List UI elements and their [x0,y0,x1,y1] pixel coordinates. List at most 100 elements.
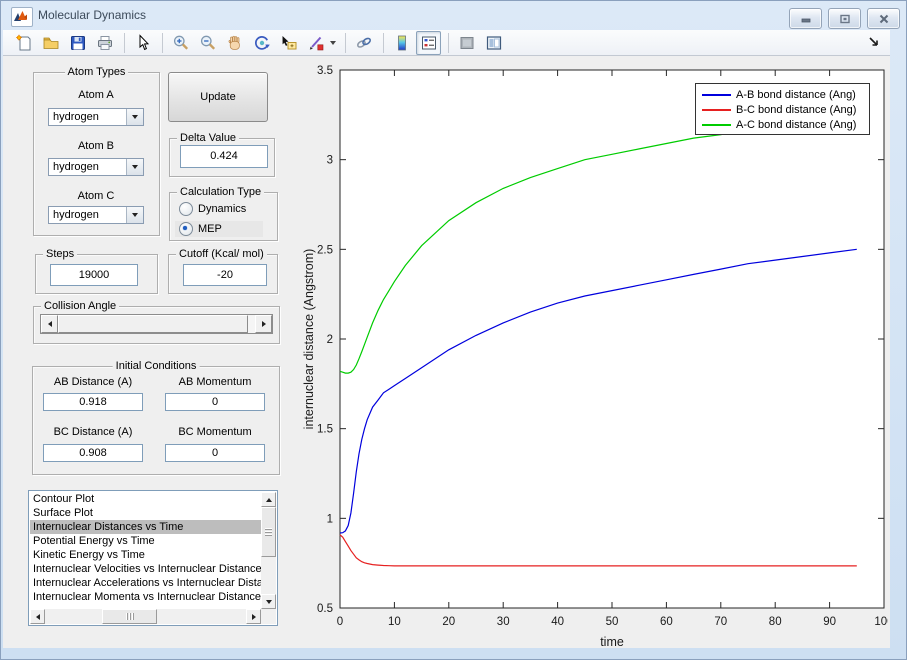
toolbar-separator [448,32,449,53]
slider-left-arrow[interactable] [41,315,58,333]
zoom-in-icon[interactable] [168,31,193,55]
toolbar [3,30,890,56]
toolbar-separator [345,32,346,53]
close-button[interactable] [867,8,900,29]
rotate-3d-icon[interactable] [249,31,274,55]
scroll-left-arrow[interactable] [30,609,45,624]
show-plot-tools-icon[interactable] [481,31,506,55]
x-tick-label: 100 [874,616,888,628]
list-item[interactable]: Internuclear Distances vs Time [30,520,261,534]
slider-thumb[interactable] [58,315,248,333]
steps-field[interactable]: 19000 [50,264,138,286]
matlab-app-icon [11,7,33,27]
restore-button[interactable] [828,8,861,29]
dock-figure-icon[interactable] [866,34,882,50]
x-axis-label: time [600,635,624,649]
list-item[interactable]: Kinetic Energy vs Time [30,548,261,562]
window-title: Molecular Dynamics [38,8,147,22]
plot-legend[interactable]: A-B bond distance (Ang) B-C bond distanc… [695,83,870,135]
toolbar-separator [124,32,125,53]
slider-right-arrow[interactable] [255,315,272,333]
link-plot-icon[interactable] [351,31,376,55]
radio-mep-label: MEP [198,223,222,235]
y-tick-label: 0.5 [317,603,333,615]
atom-a-value: hydrogen [53,111,99,123]
axes-box [339,69,885,609]
legend-entry: A-B bond distance (Ang) [696,87,869,102]
toolbar-separator [162,32,163,53]
zoom-out-icon[interactable] [195,31,220,55]
scroll-up-arrow[interactable] [261,492,276,507]
collision-angle-slider[interactable] [40,314,273,334]
radio-mep[interactable]: MEP [175,221,263,237]
data-cursor-icon[interactable] [276,31,301,55]
x-tick-label: 40 [551,616,564,628]
collision-angle-title: Collision Angle [41,300,120,312]
toolbar-separator [383,32,384,53]
screen: Molecular Dynamics Atom Types Atom A hyd… [0,0,907,660]
list-item[interactable]: Contour Plot [30,492,261,506]
colorbar-icon[interactable] [389,31,414,55]
print-figure-icon[interactable] [92,31,117,55]
legend-entry: A-C bond distance (Ang) [696,117,869,132]
initial-conditions-title: Initial Conditions [112,360,200,372]
ab-distance-field[interactable]: 0.918 [43,393,143,411]
dropdown-arrow-icon [126,159,143,175]
minimize-button[interactable] [789,8,822,29]
atom-types-title: Atom Types [64,66,129,78]
scrollbar-corner [261,609,276,624]
ab-distance-label: AB Distance (A) [53,376,133,388]
update-button[interactable]: Update [168,72,268,122]
atom-b-dropdown[interactable]: hydrogen [48,158,144,176]
atom-c-dropdown[interactable]: hydrogen [48,206,144,224]
open-file-icon[interactable] [38,31,63,55]
ab-momentum-label: AB Momentum [178,376,252,388]
x-tick-label: 60 [660,616,673,628]
x-tick-label: 90 [823,616,836,628]
atom-a-dropdown[interactable]: hydrogen [48,108,144,126]
scroll-down-arrow[interactable] [261,594,276,609]
brush-dropdown-icon[interactable] [330,40,336,45]
legend-label: A-C bond distance (Ang) [736,118,857,131]
delta-value-field[interactable]: 0.424 [180,145,268,168]
atom-b-label: Atom B [77,140,115,152]
edit-pointer-icon[interactable] [130,31,155,55]
plot-area[interactable]: 0 10 20 30 40 50 60 70 80 90 100 0.5 1 1.5 2 2.5 3 3.5 tim… [300,60,894,656]
x-tick-label: 80 [769,616,782,628]
x-tick-label: 20 [442,616,455,628]
cutoff-title: Cutoff (Kcal/ mol) [176,248,267,260]
bc-distance-field[interactable]: 0.908 [43,444,143,462]
list-item[interactable]: Potential Energy vs Time [30,534,261,548]
x-tick-label: 70 [714,616,727,628]
window-controls [789,8,900,29]
vertical-scrollbar[interactable] [261,492,276,609]
plot-type-items: Contour Plot Surface Plot Internuclear D… [30,492,261,609]
list-item[interactable]: Internuclear Accelerations vs Internucle… [30,576,261,590]
bc-momentum-field[interactable]: 0 [165,444,265,462]
horizontal-scroll-thumb[interactable] [102,609,157,624]
steps-title: Steps [43,248,78,260]
ab-momentum-field[interactable]: 0 [165,393,265,411]
plot-axes[interactable]: 0 10 20 30 40 50 60 70 80 90 100 0.5 1 1.5 2 2.5 3 3.5 tim… [300,60,894,656]
pan-hand-icon[interactable] [222,31,247,55]
legend-label: B-C bond distance (Ang) [736,103,857,116]
horizontal-scrollbar[interactable] [30,609,261,624]
vertical-scroll-thumb[interactable] [261,507,276,557]
new-figure-icon[interactable] [11,31,36,55]
atom-c-value: hydrogen [53,209,99,221]
legend-label: A-B bond distance (Ang) [736,88,856,101]
list-item[interactable]: Internuclear Momenta vs Internuclear Dis… [30,590,261,604]
radio-dynamics[interactable]: Dynamics [175,201,250,217]
dropdown-arrow-icon [126,207,143,223]
titlebar[interactable]: Molecular Dynamics [0,0,907,30]
list-item[interactable]: Internuclear Velocities vs Internuclear … [30,562,261,576]
list-item[interactable]: Surface Plot [30,506,261,520]
save-figure-icon[interactable] [65,31,90,55]
cutoff-field[interactable]: -20 [183,264,267,286]
brush-data-icon[interactable] [303,31,328,55]
calculation-type-title: Calculation Type [177,186,265,198]
scroll-right-arrow[interactable] [246,609,261,624]
legend-icon[interactable] [416,30,441,55]
radio-dynamics-label: Dynamics [198,203,247,215]
hide-plot-tools-icon[interactable] [454,31,479,55]
